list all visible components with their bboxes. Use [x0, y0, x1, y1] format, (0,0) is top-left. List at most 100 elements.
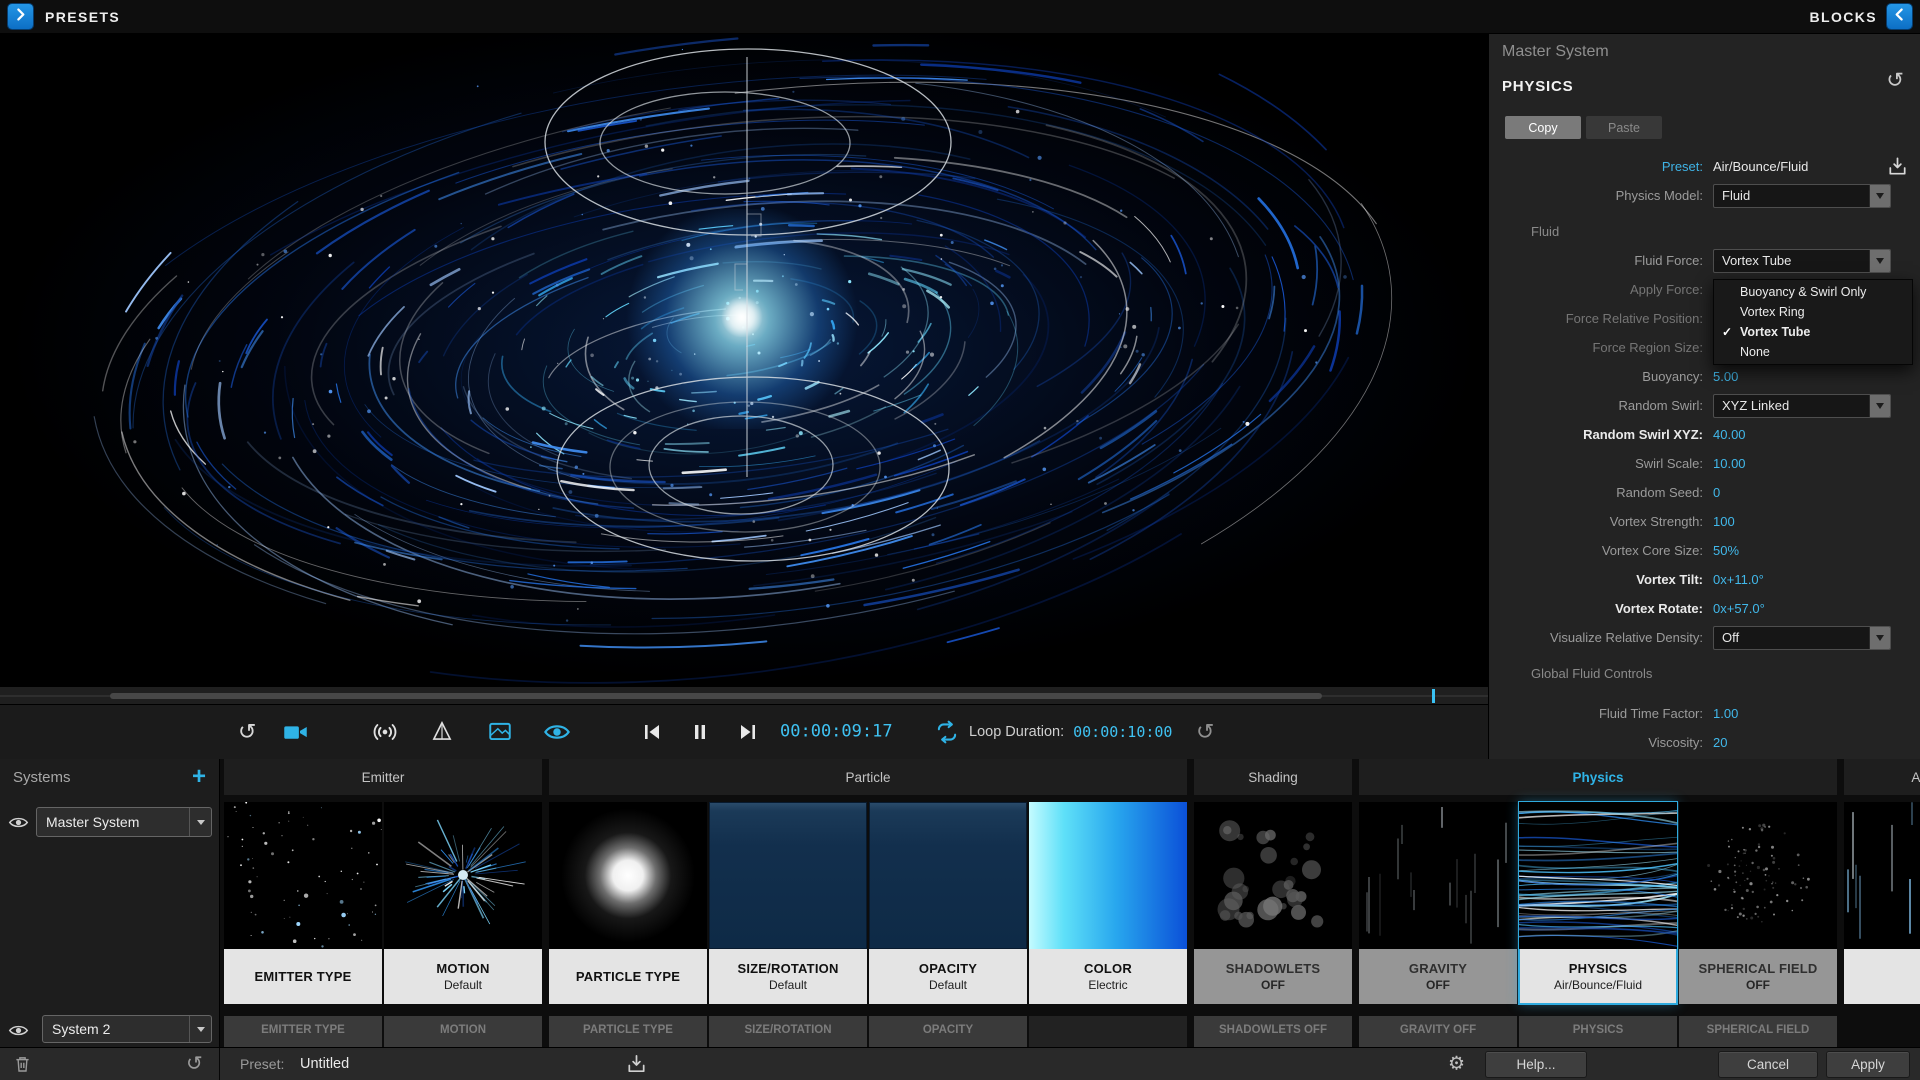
system-select-system2[interactable]: System 2 [42, 1015, 212, 1043]
block-category-row: Emitter Particle Shading Physics Aux [220, 759, 1920, 795]
block-spherical-field[interactable]: SPHERICAL FIELDOFF [1679, 802, 1837, 1004]
chevron-down-icon [1869, 250, 1890, 272]
preset-value[interactable]: Air/Bounce/Fluid [1713, 159, 1808, 174]
display-icon[interactable] [487, 719, 513, 745]
category-shading[interactable]: Shading [1194, 759, 1352, 795]
presets-panel-toggle-button[interactable] [8, 4, 33, 29]
block-gravity[interactable]: GRAVITYOFF [1359, 802, 1517, 1004]
apply-button[interactable]: Apply [1826, 1051, 1910, 1078]
category-physics[interactable]: Physics [1359, 759, 1837, 795]
ghost-block-label[interactable] [1029, 1016, 1187, 1047]
ghost-block-label[interactable]: MOTION [384, 1016, 542, 1047]
ghost-block-label[interactable]: SHADOWLETS OFF [1194, 1016, 1352, 1047]
menu-item-vortex-ring[interactable]: Vortex Ring [1714, 302, 1912, 322]
block-physics[interactable]: PHYSICSAir/Bounce/Fluid [1519, 802, 1677, 1004]
save-preset-icon[interactable] [1886, 155, 1909, 181]
gear-icon[interactable]: ⚙ [1448, 1055, 1465, 1074]
eye-icon[interactable] [8, 1020, 29, 1041]
reset-physics-icon[interactable]: ↺ [1886, 70, 1904, 91]
param-row-random-swirl: Random Swirl: XYZ Linked [1489, 391, 1920, 420]
ghost-block-label[interactable]: PARTICLE TYPE [549, 1016, 707, 1047]
help-button[interactable]: Help... [1485, 1051, 1587, 1078]
param-label: Apply Force: [1501, 282, 1703, 297]
cone-icon[interactable] [429, 719, 455, 745]
param-row-physics-model: Physics Model: Fluid [1489, 181, 1920, 210]
param-value[interactable]: 50% [1713, 543, 1739, 558]
param-value[interactable]: 0 [1713, 485, 1720, 500]
physics-model-dropdown[interactable]: Fluid [1713, 184, 1891, 208]
param-label: Visualize Relative Density: [1501, 630, 1703, 645]
preview-viewport[interactable] [0, 34, 1488, 686]
ghost-block-label[interactable]: OPACITY [869, 1016, 1027, 1047]
fluid-force-dropdown[interactable]: Vortex Tube [1713, 249, 1891, 273]
block-size-rotation[interactable]: SIZE/ROTATIONDefault [709, 802, 867, 1004]
copy-button[interactable]: Copy [1505, 116, 1581, 139]
current-time[interactable]: 00:00:09:17 [780, 724, 893, 741]
block-emitter-type[interactable]: EMITTER TYPE [224, 802, 382, 1004]
ghost-block-label[interactable]: SPHERICAL FIELD [1679, 1016, 1837, 1047]
param-value[interactable]: 0x+11.0° [1713, 572, 1764, 587]
param-value[interactable]: 0x+57.0° [1713, 601, 1765, 616]
chevron-down-icon [1869, 395, 1890, 417]
param-value[interactable]: 100 [1713, 514, 1735, 529]
trash-icon[interactable] [12, 1054, 33, 1075]
block-opacity[interactable]: OPACITYDefault [869, 802, 1027, 1004]
save-preset-icon[interactable] [625, 1053, 648, 1076]
param-value[interactable]: 5.00 [1713, 369, 1738, 384]
reset-system-icon[interactable]: ↺ [186, 1054, 203, 1074]
reset-view-button[interactable]: ↺ [238, 721, 256, 743]
block-aux-partial[interactable] [1844, 802, 1920, 1004]
blocks-panel-toggle-button[interactable] [1887, 4, 1912, 29]
param-value[interactable]: 10.00 [1713, 456, 1746, 471]
eye-icon[interactable] [8, 812, 29, 833]
block-shadowlets[interactable]: SHADOWLETSOFF [1194, 802, 1352, 1004]
system-select-master[interactable]: Master System [36, 807, 212, 837]
cancel-button[interactable]: Cancel [1718, 1051, 1818, 1078]
param-label: Vortex Rotate: [1501, 601, 1703, 616]
ghost-block-label[interactable]: PHYSICS [1519, 1016, 1677, 1047]
category-aux[interactable]: Aux [1844, 759, 1920, 795]
category-emitter[interactable]: Emitter [224, 759, 542, 795]
add-system-button[interactable]: + [192, 767, 206, 787]
next-blocks-row-clipped: EMITTER TYPE MOTION PARTICLE TYPE SIZE/R… [220, 1016, 1920, 1047]
menu-item-buoyancy-swirl-only[interactable]: Buoyancy & Swirl Only [1714, 282, 1912, 302]
block-particle-type[interactable]: PARTICLE TYPE [549, 802, 707, 1004]
random-swirl-dropdown[interactable]: XYZ Linked [1713, 394, 1891, 418]
skip-to-end-button[interactable] [736, 720, 760, 744]
loop-duration-label: Loop Duration: [969, 724, 1064, 740]
loop-icon[interactable] [934, 719, 960, 745]
menu-item-vortex-tube[interactable]: ✓Vortex Tube [1714, 322, 1912, 342]
param-label: Force Relative Position: [1501, 311, 1703, 326]
emitter-signal-icon[interactable] [371, 718, 399, 746]
param-value[interactable]: 20 [1713, 735, 1727, 750]
skip-to-start-button[interactable] [640, 720, 664, 744]
app-window: PRESETS BLOCKS [0, 0, 1920, 1080]
footer-preset-value[interactable]: Untitled [300, 1056, 349, 1072]
ghost-block-label[interactable]: GRAVITY OFF [1359, 1016, 1517, 1047]
param-value[interactable]: 1.00 [1713, 706, 1738, 721]
param-value[interactable]: 40.00 [1713, 427, 1746, 442]
chevron-right-icon [12, 6, 29, 28]
ghost-block-label[interactable]: SIZE/ROTATION [709, 1016, 867, 1047]
timeline-scrollbar[interactable] [110, 693, 1322, 699]
preset-row: Preset: Air/Bounce/Fluid [1489, 152, 1920, 181]
paste-button[interactable]: Paste [1586, 116, 1662, 139]
top-bar: PRESETS BLOCKS [0, 0, 1920, 34]
menu-item-none[interactable]: None [1714, 342, 1912, 362]
param-label: Vortex Strength: [1501, 514, 1703, 529]
eye-icon[interactable] [543, 718, 571, 746]
transport-bar: ↺ 00:00:09:17 Loop Duration: 00:00:10:00… [0, 704, 1488, 759]
param-label: Vortex Tilt: [1501, 572, 1703, 587]
loop-duration-value[interactable]: 00:00:10:00 [1073, 723, 1172, 741]
section-fluid: Fluid [1489, 217, 1920, 246]
block-motion[interactable]: MOTIONDefault [384, 802, 542, 1004]
visualize-density-dropdown[interactable]: Off [1713, 626, 1891, 650]
reset-loop-button[interactable]: ↺ [1196, 721, 1214, 743]
playhead-marker[interactable] [1432, 689, 1435, 703]
camera-icon[interactable] [282, 719, 309, 746]
block-color[interactable]: COLORElectric [1029, 802, 1187, 1004]
ghost-block-label[interactable]: EMITTER TYPE [224, 1016, 382, 1047]
chevron-down-icon [189, 1016, 211, 1042]
category-particle[interactable]: Particle [549, 759, 1187, 795]
pause-button[interactable] [688, 720, 712, 744]
